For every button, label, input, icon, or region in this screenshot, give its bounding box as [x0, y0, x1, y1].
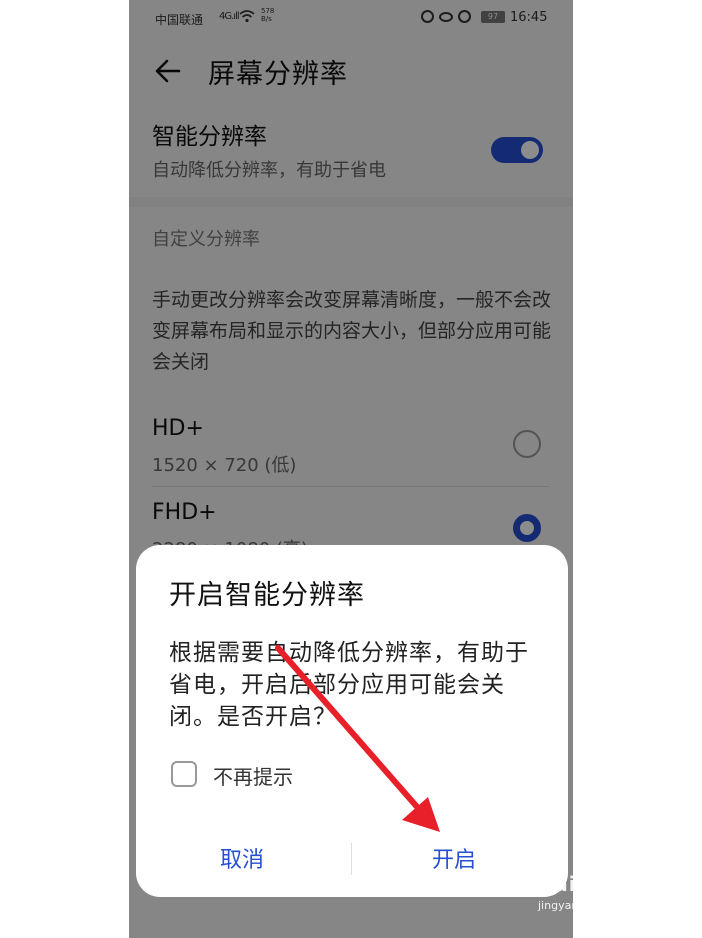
- dont-remind-label[interactable]: 不再提示: [213, 761, 293, 790]
- confirm-dialog: 开启智能分辨率 根据需要自动降低分辨率，有助于省电，开启后部分应用可能会关闭。是…: [136, 545, 568, 897]
- dialog-message: 根据需要自动降低分辨率，有助于省电，开启后部分应用可能会关闭。是否开启？: [169, 640, 529, 730]
- watermark-logo: Baidu经验: [538, 872, 650, 896]
- dialog-title: 开启智能分辨率: [169, 580, 365, 611]
- baidu-watermark: Baidu经验 jingyan.baidu.com: [538, 868, 649, 912]
- cancel-button[interactable]: 取消: [220, 842, 264, 874]
- button-divider: [351, 843, 352, 875]
- dont-remind-checkbox[interactable]: [171, 761, 197, 787]
- watermark-url: jingyan.baidu.com: [538, 899, 640, 912]
- page: 中国联通 4G.ıll 578 B/s 97 16:45 屏幕分辨率 智能分辨率…: [0, 0, 702, 938]
- confirm-open-button[interactable]: 开启: [432, 842, 476, 874]
